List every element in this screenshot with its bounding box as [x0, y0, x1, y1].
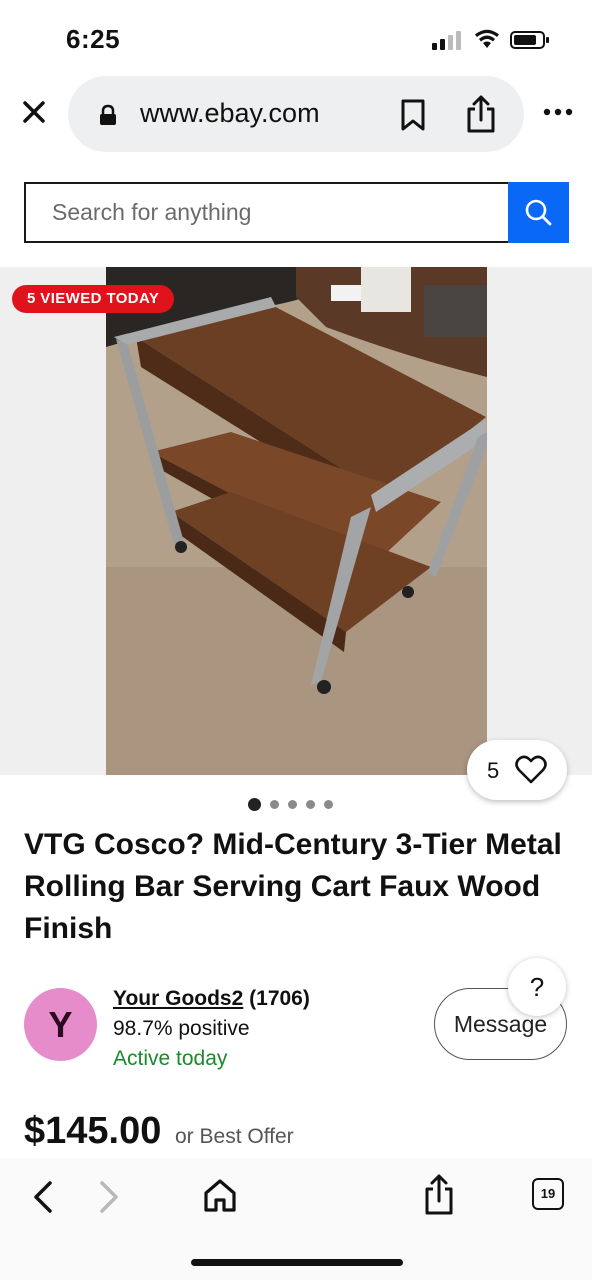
forward-icon[interactable]	[94, 1178, 124, 1216]
seller-feedback-count: (1706)	[249, 987, 310, 1010]
watch-button[interactable]: 5	[467, 740, 567, 800]
address-bar[interactable]: www.ebay.com	[68, 76, 524, 152]
share-icon[interactable]	[464, 94, 498, 134]
tabs-icon[interactable]: 19	[532, 1178, 564, 1210]
status-time: 6:25	[66, 24, 121, 54]
image-pagination	[248, 797, 333, 811]
home-indicator	[191, 1259, 403, 1266]
watch-count: 5	[487, 758, 500, 783]
seller-activity: Active today	[113, 1047, 228, 1070]
back-icon[interactable]	[28, 1178, 58, 1216]
home-icon[interactable]	[202, 1176, 238, 1214]
pagination-dot-active[interactable]	[248, 797, 261, 811]
item-photo[interactable]	[106, 267, 487, 775]
viewed-today-badge: 5 VIEWED TODAY	[12, 285, 175, 313]
seller-name-link[interactable]: Your Goods2	[113, 987, 243, 1010]
search-input[interactable]	[24, 182, 510, 243]
bookmark-icon[interactable]	[398, 98, 428, 132]
signal-icon	[432, 31, 461, 50]
help-button[interactable]: ?	[508, 958, 566, 1016]
browser-bar: www.ebay.com	[0, 72, 592, 158]
item-price: $145.00	[24, 1110, 162, 1152]
seller-info: Your Goods2 (1706) 98.7% positive Active…	[113, 984, 310, 1074]
more-icon[interactable]	[542, 102, 574, 122]
status-bar: 6:25	[0, 0, 592, 70]
pagination-dot[interactable]	[306, 799, 315, 809]
pagination-dot[interactable]	[270, 799, 279, 809]
best-offer-label: or Best Offer	[175, 1125, 294, 1148]
search-bar	[24, 182, 569, 243]
lock-icon	[100, 104, 116, 125]
share-icon[interactable]	[422, 1172, 456, 1216]
search-button[interactable]	[508, 182, 569, 243]
pagination-dot[interactable]	[288, 799, 297, 809]
url-text: www.ebay.com	[140, 98, 320, 128]
seller-avatar[interactable]: Y	[24, 988, 97, 1061]
item-title: VTG Cosco? Mid-Century 3-Tier Metal Roll…	[24, 828, 562, 945]
battery-icon	[510, 31, 549, 49]
seller-positive-rating: 98.7% positive	[113, 1017, 250, 1040]
image-gallery[interactable]: 5 VIEWED TODAY 5	[0, 267, 592, 800]
wifi-icon	[475, 29, 499, 48]
close-icon[interactable]	[18, 96, 50, 128]
pagination-dot[interactable]	[324, 799, 333, 809]
heart-icon	[515, 755, 547, 784]
search-icon	[525, 199, 552, 226]
